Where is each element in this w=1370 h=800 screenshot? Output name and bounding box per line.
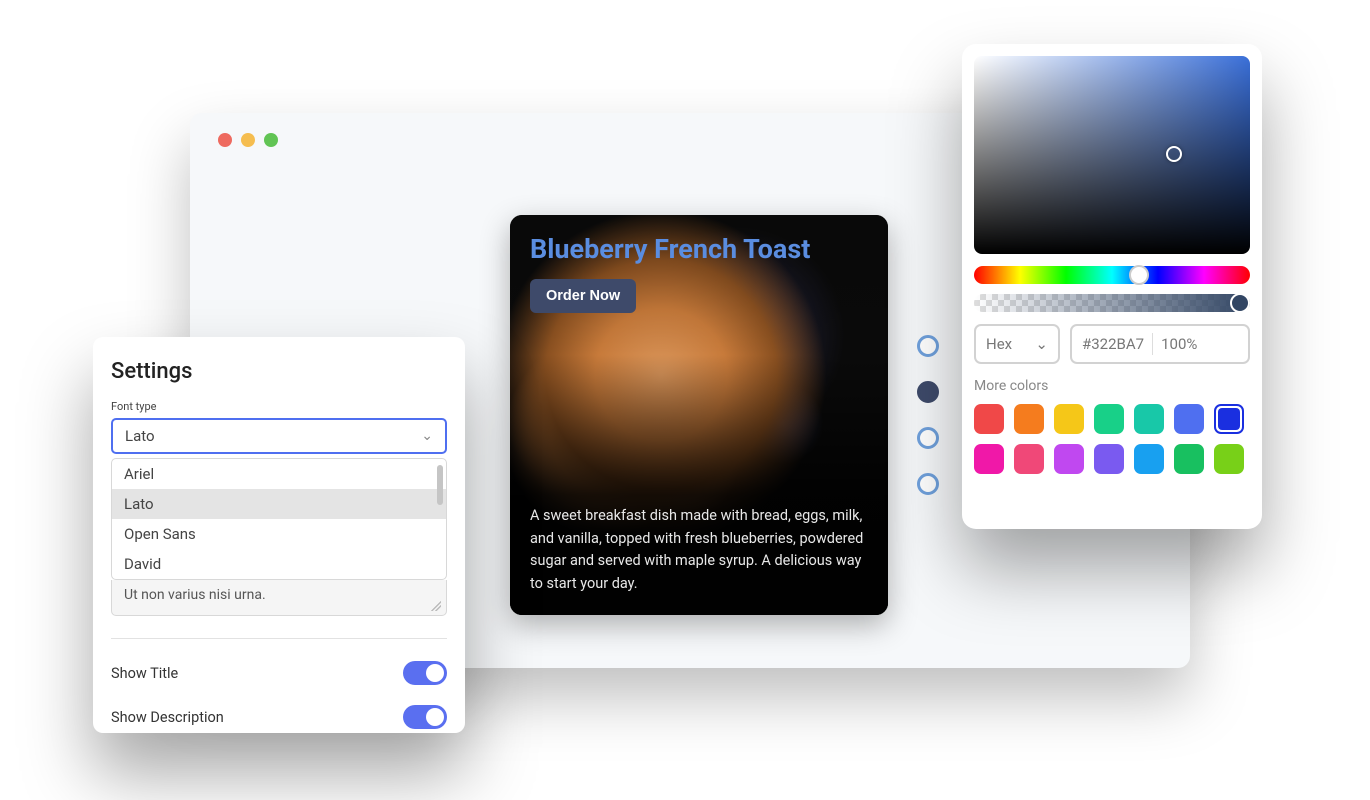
swatch-6[interactable] — [1214, 404, 1244, 434]
swatch-12[interactable] — [1174, 444, 1204, 474]
chevron-down-icon: ⌄ — [421, 428, 433, 444]
color-input-row: Hex ⌄ #322BA7 100% — [974, 324, 1250, 364]
swatch-3[interactable] — [1094, 404, 1124, 434]
show-description-row: Show Description — [111, 695, 447, 739]
font-type-dropdown: Ariel Lato Open Sans David — [111, 458, 447, 580]
font-type-label: Font type — [111, 400, 447, 413]
alpha-value: 100% — [1161, 335, 1197, 353]
chevron-down-icon: ⌄ — [1035, 335, 1048, 353]
show-description-toggle[interactable] — [403, 705, 447, 729]
hex-input[interactable]: #322BA7 100% — [1070, 324, 1250, 364]
saturation-value-canvas[interactable] — [974, 56, 1250, 254]
swatch-8[interactable] — [1014, 444, 1044, 474]
hue-slider[interactable] — [974, 266, 1250, 284]
font-type-select[interactable]: Lato ⌄ — [111, 418, 447, 454]
swatch-7[interactable] — [974, 444, 1004, 474]
order-now-button[interactable]: Order Now — [530, 279, 636, 313]
font-type-value: Lato — [125, 427, 155, 445]
hue-handle[interactable] — [1129, 265, 1149, 285]
show-title-row: Show Title — [111, 651, 447, 695]
sv-cursor[interactable] — [1166, 146, 1182, 162]
settings-divider — [111, 638, 447, 639]
alpha-handle[interactable] — [1230, 293, 1250, 313]
more-colors-label: More colors — [974, 378, 1250, 394]
settings-panel: Settings Font type Lato ⌄ Ariel Lato Ope… — [93, 337, 465, 733]
font-option-ariel[interactable]: Ariel — [112, 459, 446, 489]
swatch-grid — [974, 404, 1250, 474]
pagination-dot-3[interactable] — [917, 473, 939, 495]
font-option-lato[interactable]: Lato — [112, 489, 446, 519]
color-picker-panel: Hex ⌄ #322BA7 100% More colors — [962, 44, 1262, 529]
sample-text-textarea[interactable]: Ut non varius nisi urna. — [111, 580, 447, 616]
swatch-2[interactable] — [1054, 404, 1084, 434]
pagination-dot-1[interactable] — [917, 381, 939, 403]
recipe-description: A sweet breakfast dish made with bread, … — [530, 505, 868, 595]
pagination-dot-2[interactable] — [917, 427, 939, 449]
recipe-title: Blueberry French Toast — [530, 233, 810, 265]
recipe-card: Blueberry French Toast Order Now A sweet… — [510, 215, 888, 615]
card-pagination — [917, 335, 939, 495]
hex-value: #322BA7 — [1082, 335, 1144, 353]
color-format-value: Hex — [986, 335, 1012, 353]
font-option-open-sans[interactable]: Open Sans — [112, 519, 446, 549]
swatch-9[interactable] — [1054, 444, 1084, 474]
settings-title: Settings — [111, 359, 447, 384]
window-minimize-button[interactable] — [241, 133, 255, 147]
alpha-slider[interactable] — [974, 294, 1250, 312]
swatch-5[interactable] — [1174, 404, 1204, 434]
font-option-david[interactable]: David — [112, 549, 446, 579]
swatch-1[interactable] — [1014, 404, 1044, 434]
show-title-label: Show Title — [111, 665, 178, 682]
show-description-label: Show Description — [111, 709, 224, 726]
color-format-select[interactable]: Hex ⌄ — [974, 324, 1060, 364]
swatch-11[interactable] — [1134, 444, 1164, 474]
input-divider — [1152, 333, 1153, 355]
show-title-toggle[interactable] — [403, 661, 447, 685]
window-zoom-button[interactable] — [264, 133, 278, 147]
swatch-4[interactable] — [1134, 404, 1164, 434]
window-close-button[interactable] — [218, 133, 232, 147]
swatch-10[interactable] — [1094, 444, 1124, 474]
swatch-13[interactable] — [1214, 444, 1244, 474]
pagination-dot-0[interactable] — [917, 335, 939, 357]
swatch-0[interactable] — [974, 404, 1004, 434]
